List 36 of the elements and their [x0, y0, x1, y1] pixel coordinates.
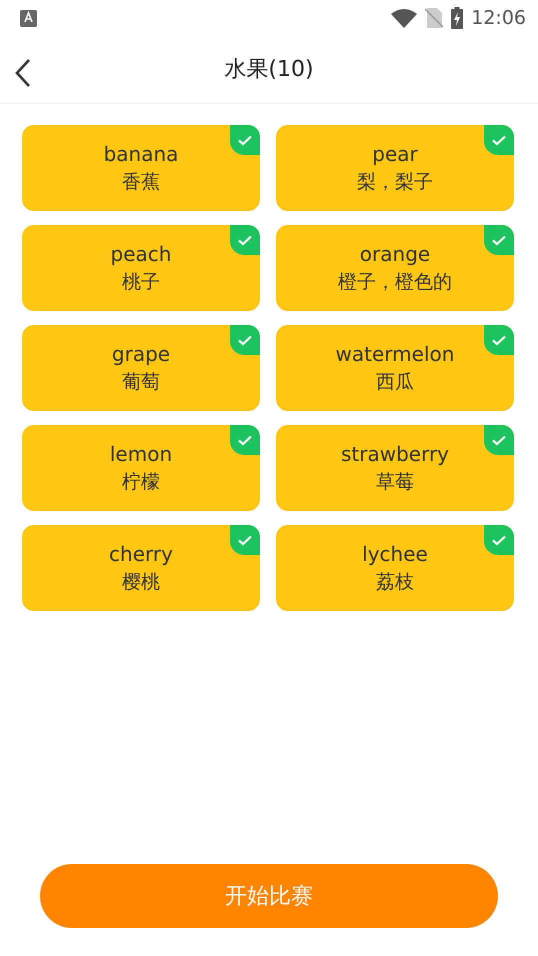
word-card[interactable]: cherry 樱桃 [22, 525, 260, 611]
clock-time: 12:06 [471, 6, 526, 31]
english-word: peach [110, 241, 172, 268]
chinese-meaning: 荔枝 [376, 570, 414, 595]
english-word: strawberry [340, 441, 450, 468]
no-sim-icon [425, 8, 444, 28]
word-card[interactable]: lychee 荔枝 [276, 525, 514, 611]
english-word: lychee [362, 541, 428, 568]
chinese-meaning: 橙子，橙色的 [338, 270, 452, 295]
english-word: watermelon [336, 341, 454, 368]
english-word: pear [372, 141, 418, 168]
word-card[interactable]: peach 桃子 [22, 225, 260, 311]
chinese-meaning: 梨，梨子 [357, 170, 433, 195]
wifi-icon [391, 8, 418, 28]
chinese-meaning: 桃子 [122, 270, 160, 295]
word-card[interactable]: banana 香蕉 [22, 125, 260, 211]
chinese-meaning: 香蕉 [122, 170, 160, 195]
english-word: cherry [109, 541, 173, 568]
word-card[interactable]: orange 橙子，橙色的 [276, 225, 514, 311]
word-card[interactable]: strawberry 草莓 [276, 425, 514, 511]
battery-icon [451, 7, 464, 29]
word-card[interactable]: grape 葡萄 [22, 325, 260, 411]
keyboard-icon [20, 10, 37, 26]
english-word: grape [112, 341, 170, 368]
english-word: orange [360, 241, 430, 268]
chinese-meaning: 柠檬 [122, 470, 160, 495]
english-word: banana [104, 141, 178, 168]
chinese-meaning: 西瓜 [376, 370, 414, 395]
word-card[interactable]: lemon 柠檬 [22, 425, 260, 511]
page-title: 水果(10) [224, 56, 314, 84]
chinese-meaning: 草莓 [376, 470, 414, 495]
word-card[interactable]: watermelon 西瓜 [276, 325, 514, 411]
chinese-meaning: 樱桃 [122, 570, 160, 595]
english-word: lemon [110, 441, 172, 468]
chinese-meaning: 葡萄 [122, 370, 160, 395]
word-card[interactable]: pear 梨，梨子 [276, 125, 514, 211]
